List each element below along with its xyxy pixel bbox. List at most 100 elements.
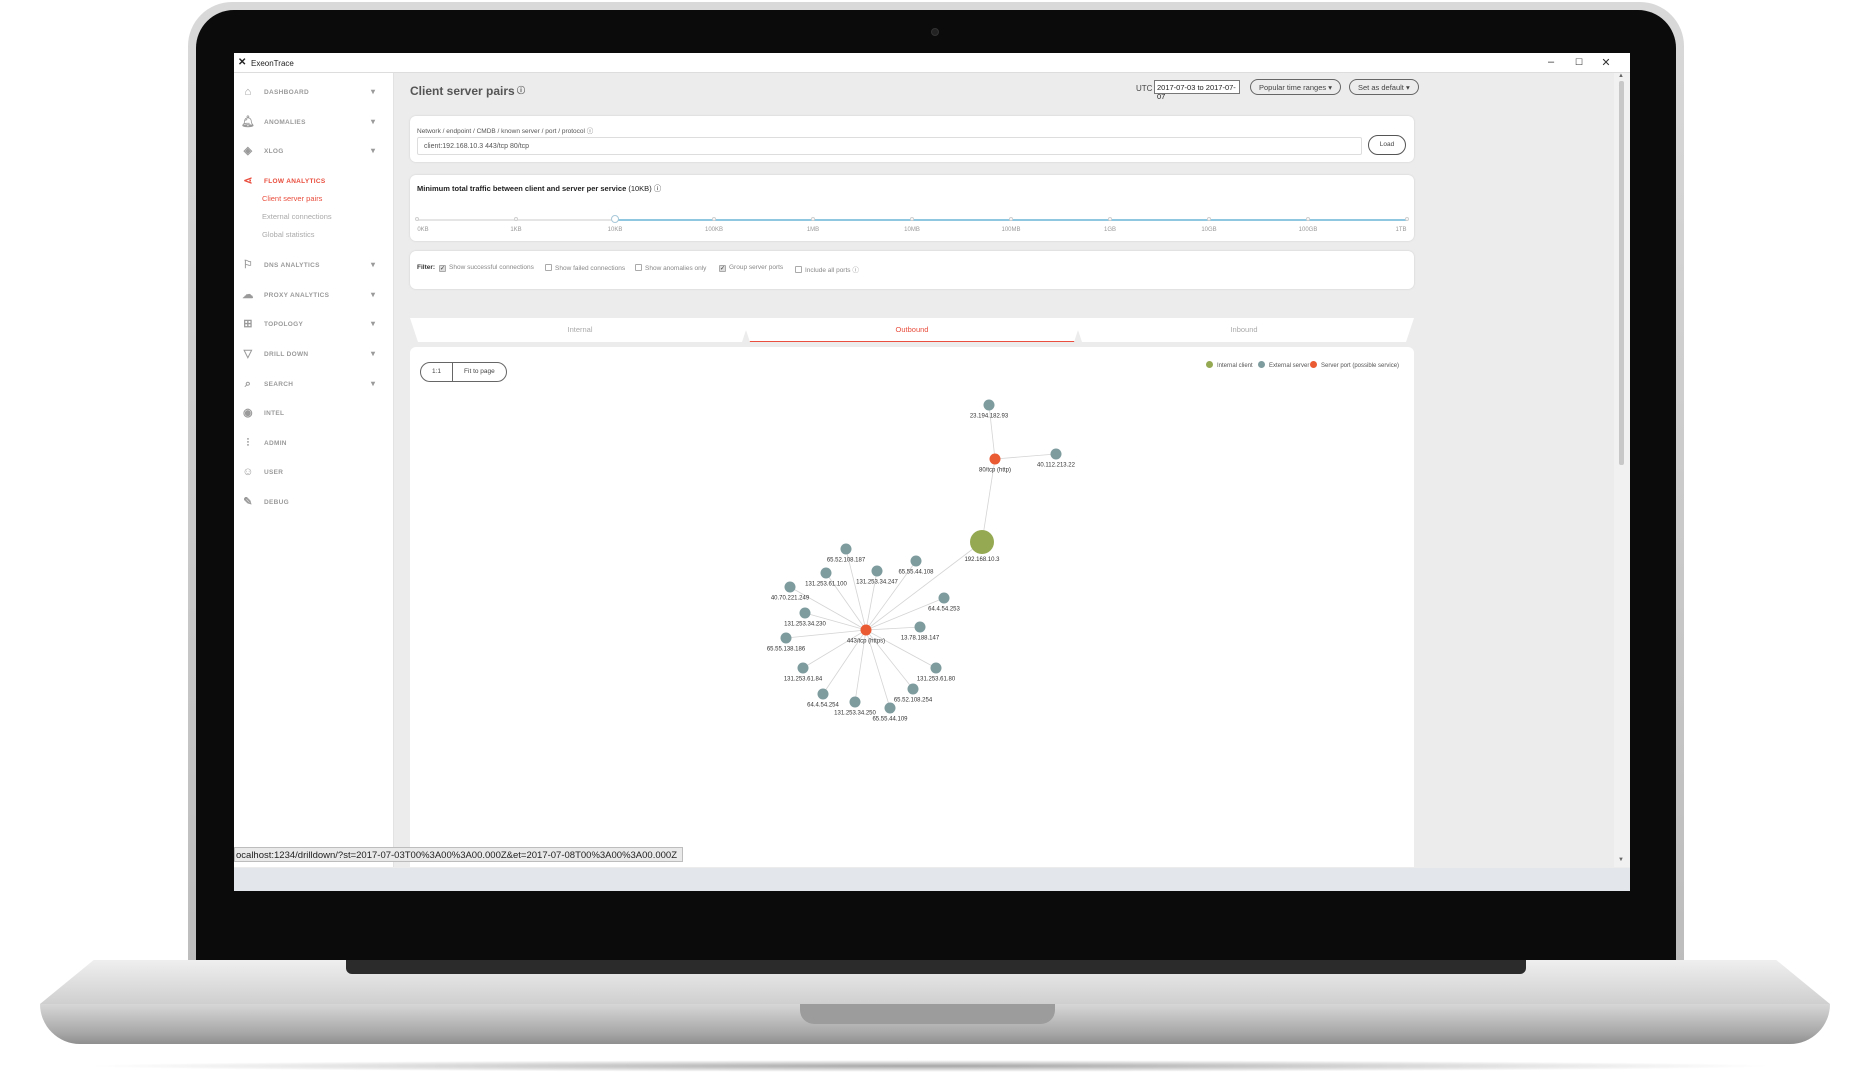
sidebar-subitem-external-connections[interactable]: External connections xyxy=(262,212,332,221)
query-input[interactable]: client:192.168.10.3 443/tcp 80/tcp xyxy=(417,137,1362,155)
graph-node-circle[interactable] xyxy=(784,581,796,593)
date-range-input[interactable]: 2017-07-03 to 2017-07-07 xyxy=(1154,80,1240,101)
popular-time-ranges-button[interactable]: Popular time ranges ▾ xyxy=(1250,79,1341,95)
filter-checkbox-show-successful-connections[interactable]: ✓ Show successful connections xyxy=(439,264,534,272)
graph-node-external[interactable]: 131.253.61.84 xyxy=(784,662,823,683)
slider-tick[interactable] xyxy=(910,217,914,221)
graph-node-external[interactable]: 40.112.213.22 xyxy=(1037,448,1076,469)
slider-tick[interactable] xyxy=(1207,217,1211,221)
graph-node-circle[interactable] xyxy=(970,530,994,554)
slider-thumb[interactable] xyxy=(611,215,619,223)
graph-node-external[interactable]: 65.52.108.187 xyxy=(827,543,866,564)
graph-node-external[interactable]: 65.55.44.109 xyxy=(872,702,908,723)
scrollbar[interactable]: ▲ ▼ xyxy=(1614,73,1630,867)
graph-node-external[interactable]: 23.194.182.93 xyxy=(970,399,1009,420)
sidebar-item-flow-analytics[interactable]: ⋖ FLOW ANALYTICS xyxy=(234,172,394,192)
graph-node-circle[interactable] xyxy=(780,632,792,644)
checkbox-icon[interactable] xyxy=(635,264,642,271)
sidebar-item-drill-down[interactable]: ▽ DRILL DOWN ▾ xyxy=(234,345,394,365)
graph-node-external[interactable]: 131.253.61.100 xyxy=(805,567,848,588)
sidebar-item-search[interactable]: ⌕ SEARCH ▾ xyxy=(234,375,394,395)
slider-tick[interactable] xyxy=(1009,217,1013,221)
sidebar-item-intel[interactable]: ◉ INTEL xyxy=(234,404,394,424)
graph-node-circle[interactable] xyxy=(907,683,919,695)
slider-tick[interactable] xyxy=(1306,217,1310,221)
slider-tick[interactable] xyxy=(811,217,815,221)
graph-node-circle[interactable] xyxy=(930,662,942,674)
sidebar-item-proxy-analytics[interactable]: ☁ PROXY ANALYTICS ▾ xyxy=(234,286,394,306)
window-title: ExeonTrace xyxy=(251,59,294,68)
graph-node-external[interactable]: 40.70.221.249 xyxy=(771,581,810,602)
slider-tick[interactable] xyxy=(514,217,518,221)
slider-tick[interactable] xyxy=(1405,217,1409,221)
sidebar-item-anomalies[interactable]: 🔔︎ ANOMALIES ▾ xyxy=(234,113,394,133)
filter-checkbox-group-server-ports[interactable]: ✓ Group server ports xyxy=(719,264,783,272)
network-graph[interactable]: 192.168.10.3 80/tcp (http) 443/tcp (https)… xyxy=(410,347,1414,867)
graph-node-circle[interactable] xyxy=(849,696,861,708)
page-title: Client server pairs ⓘ xyxy=(410,84,525,98)
graph-node-circle[interactable] xyxy=(817,688,829,700)
graph-node-circle[interactable] xyxy=(938,592,950,604)
graph-node-circle[interactable] xyxy=(840,543,852,555)
graph-node-circle[interactable] xyxy=(884,702,896,714)
scrollbar-thumb[interactable] xyxy=(1619,81,1624,465)
slider-tick[interactable] xyxy=(415,217,419,221)
graph-node-circle[interactable] xyxy=(820,567,832,579)
graph-node-external[interactable]: 131.253.61.80 xyxy=(917,662,956,683)
tab-internal[interactable]: Internal xyxy=(410,318,750,342)
graph-node-port[interactable]: 443/tcp (https) xyxy=(847,624,885,645)
sidebar-item-dns-analytics[interactable]: ⚐ DNS ANALYTICS ▾ xyxy=(234,256,394,276)
chevron-down-icon: ▾ xyxy=(371,290,376,299)
graph-node-circle[interactable] xyxy=(914,621,926,633)
info-icon[interactable]: ⓘ xyxy=(654,184,662,193)
sidebar-item-topology[interactable]: ⊞ TOPOLOGY ▾ xyxy=(234,315,394,335)
load-button[interactable]: Load xyxy=(1368,135,1406,155)
sidebar-item-xlog[interactable]: ◈ XLOG ▾ xyxy=(234,142,394,162)
info-icon[interactable]: ⓘ xyxy=(515,86,525,95)
filter-checkbox-show-failed-connections[interactable]: Show failed connections xyxy=(545,264,625,272)
tab-inbound[interactable]: Inbound xyxy=(1074,318,1414,342)
info-icon[interactable]: ⓘ xyxy=(851,267,859,274)
graph-node-port[interactable]: 80/tcp (http) xyxy=(979,453,1011,474)
graph-node-external[interactable]: 131.253.34.247 xyxy=(856,565,899,586)
graph-node-circle[interactable] xyxy=(799,607,811,619)
graph-node-label: 80/tcp (http) xyxy=(979,468,1011,474)
graph-node-circle[interactable] xyxy=(989,453,1001,465)
info-icon[interactable]: ⓘ xyxy=(585,128,594,135)
minimize-icon[interactable]: – xyxy=(1544,56,1558,68)
graph-node-external[interactable]: 65.52.108.254 xyxy=(894,683,933,704)
tab-outbound[interactable]: Outbound xyxy=(742,318,1082,342)
slider-tick-label: 100KB xyxy=(704,227,724,233)
filter-checkbox-show-anomalies-only[interactable]: Show anomalies only xyxy=(635,264,706,272)
graph-node-external[interactable]: 65.55.138.186 xyxy=(767,632,806,653)
sidebar-item-debug[interactable]: ✎ DEBUG xyxy=(234,493,394,513)
sidebar-subitem-global-statistics[interactable]: Global statistics xyxy=(262,230,315,239)
graph-node-circle[interactable] xyxy=(910,555,922,567)
graph-node-internal[interactable]: 192.168.10.3 xyxy=(964,530,1000,563)
graph-node-external[interactable]: 64.4.54.254 xyxy=(807,688,840,709)
graph-node-external[interactable]: 13.78.188.147 xyxy=(901,621,940,642)
graph-node-circle[interactable] xyxy=(871,565,883,577)
scroll-up-icon[interactable]: ▲ xyxy=(1618,73,1624,79)
checkbox-checked-icon[interactable]: ✓ xyxy=(719,265,726,272)
graph-node-circle[interactable] xyxy=(860,624,872,636)
sidebar-item-user[interactable]: ☺ USER xyxy=(234,463,394,483)
graph-node-external[interactable]: 65.55.44.108 xyxy=(898,555,934,576)
filter-checkbox-include-all-ports[interactable]: Include all ports ⓘ xyxy=(795,264,859,274)
slider-tick[interactable] xyxy=(712,217,716,221)
set-as-default-button[interactable]: Set as default ▾ xyxy=(1349,79,1419,95)
graph-node-circle[interactable] xyxy=(1050,448,1062,460)
close-icon[interactable]: ✕ xyxy=(1599,56,1613,69)
sidebar-item-admin[interactable]: ⫶ ADMIN xyxy=(234,434,394,454)
checkbox-icon[interactable] xyxy=(545,264,552,271)
sidebar-subitem-client-server-pairs[interactable]: Client server pairs xyxy=(262,194,322,203)
checkbox-checked-icon[interactable]: ✓ xyxy=(439,265,446,272)
scroll-down-icon[interactable]: ▼ xyxy=(1618,857,1624,863)
graph-node-external[interactable]: 131.253.34.250 xyxy=(834,696,877,717)
slider-tick[interactable] xyxy=(1108,217,1112,221)
maximize-icon[interactable]: ☐ xyxy=(1572,57,1586,68)
graph-node-circle[interactable] xyxy=(983,399,995,411)
checkbox-icon[interactable] xyxy=(795,266,802,273)
graph-node-circle[interactable] xyxy=(797,662,809,674)
sidebar-item-dashboard[interactable]: ⌂ DASHBOARD ▾ xyxy=(234,83,394,103)
